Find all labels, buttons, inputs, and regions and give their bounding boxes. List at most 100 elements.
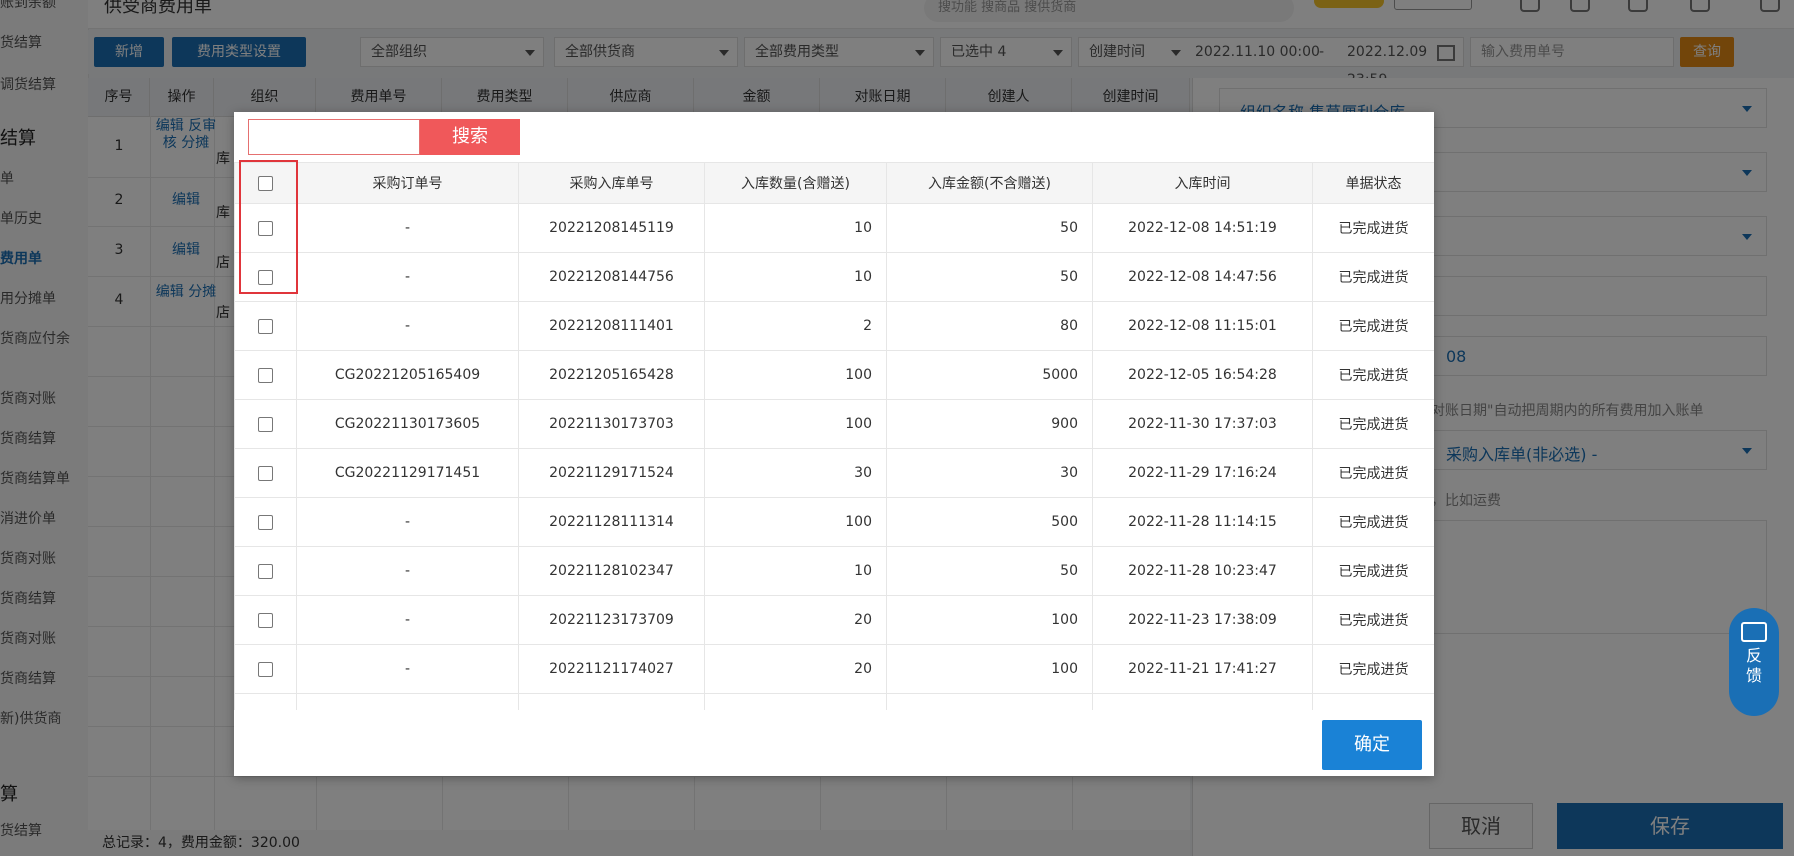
order-no-cell: CG20221129171451 xyxy=(296,448,519,498)
chat-icon xyxy=(1741,622,1767,642)
time-cell: 2022-12-08 14:51:19 xyxy=(1092,203,1313,253)
select-all-checkbox[interactable] xyxy=(258,175,273,191)
row-checkbox-cell[interactable] xyxy=(234,252,297,302)
column-header-quantity: 入库数量(含赠送) xyxy=(704,162,887,204)
receipt-no-cell: 20221205165428 xyxy=(518,350,705,400)
order-no-cell: - xyxy=(296,546,519,596)
amount-cell: 100 xyxy=(886,644,1093,694)
time-cell: 2022-12-05 16:54:28 xyxy=(1092,350,1313,400)
row-checkbox[interactable] xyxy=(258,367,273,383)
status-cell: 已完成进货 xyxy=(1312,546,1434,596)
table-row[interactable]: - 20221128111314 100 500 2022-11-28 11:1… xyxy=(234,497,1434,547)
time-cell: 2022-11-21 17:41:27 xyxy=(1092,644,1313,694)
row-checkbox[interactable] xyxy=(258,465,273,481)
table-row[interactable]: - 20221123173709 20 100 2022-11-23 17:38… xyxy=(234,595,1434,645)
receipt-no-cell: 20221123173709 xyxy=(518,595,705,645)
status-cell: 已完成进货 xyxy=(1312,350,1434,400)
amount-cell: 80 xyxy=(886,301,1093,351)
row-checkbox-cell[interactable] xyxy=(234,301,297,351)
confirm-button[interactable]: 确定 xyxy=(1322,720,1422,770)
status-cell: 已完成进货 xyxy=(1312,595,1434,645)
row-checkbox-cell[interactable] xyxy=(234,350,297,400)
receipt-no-cell: 20221129171524 xyxy=(518,448,705,498)
select-all-cell[interactable] xyxy=(234,162,297,204)
row-checkbox-cell[interactable] xyxy=(234,595,297,645)
status-cell: 已完成进货 xyxy=(1312,252,1434,302)
receipt-no-cell: 20221128102347 xyxy=(518,546,705,596)
column-header-amount: 入库金额(不含赠送) xyxy=(886,162,1093,204)
row-checkbox[interactable] xyxy=(258,612,273,628)
status-cell: 已完成进货 xyxy=(1312,497,1434,547)
column-header-order-no: 采购订单号 xyxy=(296,162,519,204)
table-row[interactable]: CG20221205165409 20221205165428 100 5000… xyxy=(234,350,1434,400)
table-row xyxy=(234,693,1434,710)
receipt-no-cell: 20221208111401 xyxy=(518,301,705,351)
table-row[interactable]: - 20221208145119 10 50 2022-12-08 14:51:… xyxy=(234,203,1434,253)
quantity-cell: 100 xyxy=(704,497,887,547)
row-checkbox-cell[interactable] xyxy=(234,203,297,253)
order-no-cell: - xyxy=(296,595,519,645)
quantity-cell: 10 xyxy=(704,252,887,302)
table-row[interactable]: CG20221129171451 20221129171524 30 30 20… xyxy=(234,448,1434,498)
row-checkbox-cell[interactable] xyxy=(234,399,297,449)
time-cell: 2022-11-30 17:37:03 xyxy=(1092,399,1313,449)
row-checkbox-cell[interactable] xyxy=(234,644,297,694)
receipt-no-cell: 20221121174027 xyxy=(518,644,705,694)
order-no-cell: CG20221205165409 xyxy=(296,350,519,400)
amount-cell: 500 xyxy=(886,497,1093,547)
row-checkbox[interactable] xyxy=(258,220,273,236)
row-checkbox[interactable] xyxy=(258,269,273,285)
quantity-cell: 20 xyxy=(704,595,887,645)
time-cell: 2022-12-08 14:47:56 xyxy=(1092,252,1313,302)
quantity-cell: 10 xyxy=(704,546,887,596)
row-checkbox[interactable] xyxy=(258,563,273,579)
receipt-no-cell: 20221128111314 xyxy=(518,497,705,547)
table-row[interactable]: CG20221130173605 20221130173703 100 900 … xyxy=(234,399,1434,449)
quantity-cell: 20 xyxy=(704,644,887,694)
row-checkbox-cell[interactable] xyxy=(234,448,297,498)
column-header-status: 单据状态 xyxy=(1312,162,1434,204)
time-cell: 2022-11-29 17:16:24 xyxy=(1092,448,1313,498)
status-cell: 已完成进货 xyxy=(1312,644,1434,694)
modal-search-button[interactable]: 搜索 xyxy=(420,119,520,155)
row-checkbox[interactable] xyxy=(258,661,273,677)
amount-cell: 900 xyxy=(886,399,1093,449)
amount-cell: 100 xyxy=(886,595,1093,645)
modal-search-input[interactable] xyxy=(248,119,420,155)
table-header-row: 采购订单号 采购入库单号 入库数量(含赠送) 入库金额(不含赠送) 入库时间 单… xyxy=(234,162,1434,204)
receipt-no-cell: 20221130173703 xyxy=(518,399,705,449)
row-checkbox[interactable] xyxy=(258,318,273,334)
table-row[interactable]: - 20221121174027 20 100 2022-11-21 17:41… xyxy=(234,644,1434,694)
status-cell: 已完成进货 xyxy=(1312,448,1434,498)
column-header-receipt-no: 采购入库单号 xyxy=(518,162,705,204)
time-cell: 2022-11-28 10:23:47 xyxy=(1092,546,1313,596)
column-header-time: 入库时间 xyxy=(1092,162,1313,204)
amount-cell: 50 xyxy=(886,546,1093,596)
status-cell: 已完成进货 xyxy=(1312,399,1434,449)
quantity-cell: 30 xyxy=(704,448,887,498)
row-checkbox[interactable] xyxy=(258,514,273,530)
amount-cell: 5000 xyxy=(886,350,1093,400)
receipt-no-cell: 20221208144756 xyxy=(518,252,705,302)
table-row[interactable]: - 20221208111401 2 80 2022-12-08 11:15:0… xyxy=(234,301,1434,351)
receipt-no-cell: 20221208145119 xyxy=(518,203,705,253)
receipt-table: 采购订单号 采购入库单号 入库数量(含赠送) 入库金额(不含赠送) 入库时间 单… xyxy=(234,162,1434,710)
table-row[interactable]: - 20221128102347 10 50 2022-11-28 10:23:… xyxy=(234,546,1434,596)
time-cell: 2022-12-08 11:15:01 xyxy=(1092,301,1313,351)
row-checkbox-cell[interactable] xyxy=(234,497,297,547)
order-no-cell: CG20221130173605 xyxy=(296,399,519,449)
feedback-label: 反馈 xyxy=(1745,646,1762,685)
amount-cell: 30 xyxy=(886,448,1093,498)
order-no-cell: - xyxy=(296,301,519,351)
order-no-cell: - xyxy=(296,497,519,547)
row-checkbox[interactable] xyxy=(258,416,273,432)
time-cell: 2022-11-23 17:38:09 xyxy=(1092,595,1313,645)
order-no-cell: - xyxy=(296,644,519,694)
quantity-cell: 10 xyxy=(704,203,887,253)
table-row[interactable]: - 20221208144756 10 50 2022-12-08 14:47:… xyxy=(234,252,1434,302)
status-cell: 已完成进货 xyxy=(1312,301,1434,351)
feedback-button[interactable]: 反馈 xyxy=(1729,608,1779,716)
quantity-cell: 2 xyxy=(704,301,887,351)
time-cell: 2022-11-28 11:14:15 xyxy=(1092,497,1313,547)
row-checkbox-cell[interactable] xyxy=(234,546,297,596)
